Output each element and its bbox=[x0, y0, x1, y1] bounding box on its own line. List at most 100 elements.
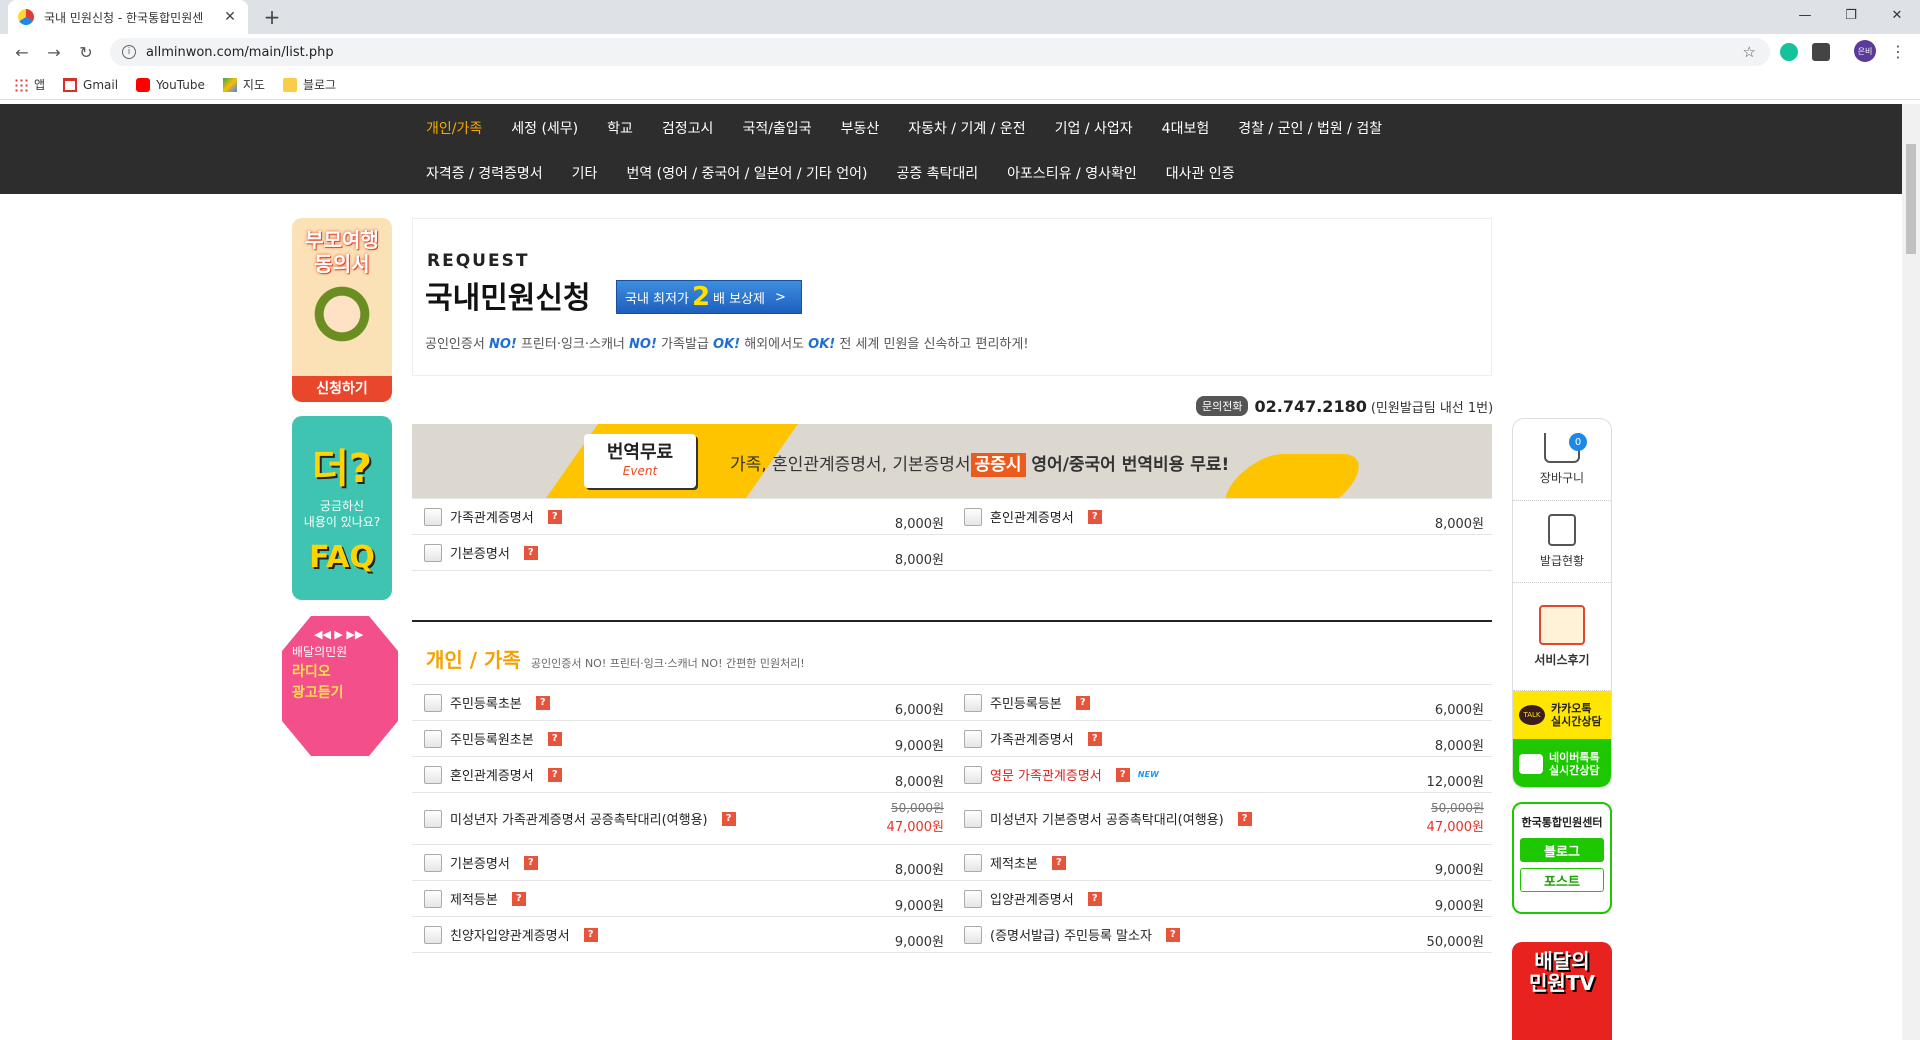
site-info-icon[interactable]: i bbox=[122, 45, 136, 59]
nav-item[interactable]: 아포스티유 / 영사확인 bbox=[1007, 163, 1137, 183]
delivery-minwon-tv-banner[interactable]: 배달의 민원TV bbox=[1512, 942, 1612, 1040]
document-name[interactable]: 친양자입양관계증명서 bbox=[450, 925, 570, 944]
help-question-icon[interactable]: ? bbox=[583, 927, 598, 942]
help-question-icon[interactable]: ? bbox=[1115, 767, 1130, 782]
nav-item[interactable]: 국적/출입국 bbox=[742, 118, 811, 138]
nav-item[interactable]: 번역 (영어 / 중국어 / 일본어 / 기타 언어) bbox=[626, 163, 867, 183]
browser-menu-icon[interactable]: ⋮ bbox=[1890, 42, 1906, 61]
document-name[interactable]: 혼인관계증명서 bbox=[450, 765, 534, 784]
nav-item[interactable]: 4대보험 bbox=[1162, 118, 1210, 138]
nav-item[interactable]: 공증 촉탁대리 bbox=[896, 163, 978, 183]
document-checkbox[interactable] bbox=[424, 729, 442, 748]
post-button[interactable]: 포스트 bbox=[1520, 868, 1604, 892]
bookmark-gmail[interactable]: Gmail bbox=[63, 77, 118, 92]
nav-item[interactable]: 개인/가족 bbox=[426, 118, 482, 138]
document-checkbox[interactable] bbox=[424, 693, 442, 712]
help-question-icon[interactable]: ? bbox=[1087, 891, 1102, 906]
document-checkbox[interactable] bbox=[964, 853, 982, 872]
document-name[interactable]: 기본증명서 bbox=[450, 543, 510, 562]
help-question-icon[interactable]: ? bbox=[1075, 695, 1090, 710]
document-name[interactable]: 입양관계증명서 bbox=[990, 889, 1074, 908]
document-name[interactable]: (증명서발급) 주민등록 말소자 bbox=[990, 925, 1152, 944]
help-question-icon[interactable]: ? bbox=[1087, 509, 1102, 524]
help-question-icon[interactable]: ? bbox=[511, 891, 526, 906]
document-checkbox[interactable] bbox=[964, 925, 982, 944]
nav-item[interactable]: 대사관 인증 bbox=[1166, 163, 1235, 183]
help-question-icon[interactable]: ? bbox=[1165, 927, 1180, 942]
blog-button[interactable]: 블로그 bbox=[1520, 838, 1604, 862]
document-name[interactable]: 제적초본 bbox=[990, 853, 1038, 872]
help-question-icon[interactable]: ? bbox=[547, 509, 562, 524]
grammarly-extension-icon[interactable] bbox=[1780, 43, 1798, 61]
minimize-icon[interactable]: — bbox=[1782, 0, 1828, 30]
bookmark-star-icon[interactable]: ☆ bbox=[1743, 43, 1756, 61]
nav-item[interactable]: 검정고시 bbox=[662, 118, 714, 138]
document-name[interactable]: 주민등록등본 bbox=[990, 693, 1062, 712]
document-name[interactable]: 주민등록초본 bbox=[450, 693, 522, 712]
bookmark-youtube[interactable]: YouTube bbox=[136, 77, 205, 92]
window-close-icon[interactable]: ✕ bbox=[1874, 0, 1920, 30]
radio-ad-banner[interactable]: ◀◀ ▶ ▶▶ 배달의민원 라디오 광고듣기 bbox=[282, 616, 398, 756]
document-checkbox[interactable] bbox=[424, 543, 442, 562]
bookmark-apps[interactable]: 앱 bbox=[14, 76, 45, 93]
new-tab-icon[interactable]: + bbox=[260, 5, 284, 29]
help-question-icon[interactable]: ? bbox=[547, 731, 562, 746]
issue-status-button[interactable]: 발급현황 bbox=[1513, 501, 1611, 583]
parent-travel-consent-banner[interactable]: 부모여행 동의서 신청하기 bbox=[292, 218, 392, 402]
naver-talktalk-button[interactable]: 네이버톡톡 실시간상담 bbox=[1513, 739, 1611, 787]
document-checkbox[interactable] bbox=[964, 765, 982, 784]
nav-item[interactable]: 기타 bbox=[572, 163, 598, 183]
help-question-icon[interactable]: ? bbox=[547, 767, 562, 782]
nav-item[interactable]: 기업 / 사업자 bbox=[1055, 118, 1133, 138]
document-name[interactable]: 미성년자 기본증명서 공증촉탁대리(여행용) bbox=[990, 809, 1224, 828]
nav-item[interactable]: 부동산 bbox=[841, 118, 880, 138]
document-name[interactable]: 혼인관계증명서 bbox=[990, 507, 1074, 526]
document-checkbox[interactable] bbox=[964, 507, 982, 526]
service-review-button[interactable]: 서비스후기 bbox=[1513, 583, 1611, 691]
scrollbar-thumb[interactable] bbox=[1906, 144, 1916, 254]
document-checkbox[interactable] bbox=[964, 693, 982, 712]
omnibox[interactable]: i allminwon.com/main/list.php ☆ bbox=[110, 38, 1770, 66]
document-name[interactable]: 가족관계증명서 bbox=[450, 507, 534, 526]
bookmark-blog-folder[interactable]: 블로그 bbox=[282, 76, 336, 93]
document-checkbox[interactable] bbox=[424, 853, 442, 872]
document-name[interactable]: 제적등본 bbox=[450, 889, 498, 908]
help-question-icon[interactable]: ? bbox=[1087, 731, 1102, 746]
help-question-icon[interactable]: ? bbox=[535, 695, 550, 710]
help-question-icon[interactable]: ? bbox=[523, 545, 538, 560]
browser-tab[interactable]: 국내 민원신청 - 한국통합민원센 ✕ bbox=[8, 0, 248, 34]
document-name[interactable]: 주민등록원초본 bbox=[450, 729, 534, 748]
document-checkbox[interactable] bbox=[424, 765, 442, 784]
cart-button[interactable]: 0 장바구니 bbox=[1513, 419, 1611, 501]
nav-item[interactable]: 자격증 / 경력증명서 bbox=[426, 163, 543, 183]
lowest-price-reward-button[interactable]: 국내 최저가 2 배 보상제 > bbox=[616, 280, 802, 314]
document-name[interactable]: 기본증명서 bbox=[450, 853, 510, 872]
forward-icon[interactable]: → bbox=[42, 40, 66, 64]
tab-close-icon[interactable]: ✕ bbox=[222, 9, 238, 25]
profile-avatar[interactable]: 은비 bbox=[1854, 40, 1876, 62]
apply-button[interactable]: 신청하기 bbox=[292, 376, 392, 402]
document-checkbox[interactable] bbox=[424, 809, 442, 828]
help-question-icon[interactable]: ? bbox=[1051, 855, 1066, 870]
document-checkbox[interactable] bbox=[424, 507, 442, 526]
restore-icon[interactable]: ❐ bbox=[1828, 0, 1874, 30]
document-name[interactable]: 미성년자 가족관계증명서 공증촉탁대리(여행용) bbox=[450, 809, 708, 828]
nav-item[interactable]: 경찰 / 군인 / 법원 / 검찰 bbox=[1238, 118, 1382, 138]
document-checkbox[interactable] bbox=[964, 729, 982, 748]
document-checkbox[interactable] bbox=[964, 809, 982, 828]
bookmark-maps[interactable]: 지도 bbox=[222, 76, 265, 93]
free-translation-event-banner[interactable]: 번역무료 Event 가족, 혼인관계증명서, 기본증명서 공증시 영어/중국어 … bbox=[412, 424, 1492, 498]
document-name[interactable]: 가족관계증명서 bbox=[990, 729, 1074, 748]
nav-item[interactable]: 세정 (세무) bbox=[511, 118, 578, 138]
nav-item[interactable]: 자동차 / 기계 / 운전 bbox=[908, 118, 1025, 138]
page-scrollbar[interactable] bbox=[1902, 104, 1920, 1040]
help-question-icon[interactable]: ? bbox=[1237, 811, 1252, 826]
kakaotalk-chat-button[interactable]: TALK 카카오톡 실시간상담 bbox=[1513, 691, 1611, 739]
document-name[interactable]: 영문 가족관계증명서 bbox=[990, 765, 1102, 784]
document-checkbox[interactable] bbox=[424, 925, 442, 944]
nav-item[interactable]: 학교 bbox=[607, 118, 633, 138]
back-icon[interactable]: ← bbox=[10, 40, 34, 64]
document-checkbox[interactable] bbox=[424, 889, 442, 908]
reload-icon[interactable]: ↻ bbox=[74, 40, 98, 64]
help-question-icon[interactable]: ? bbox=[721, 811, 736, 826]
